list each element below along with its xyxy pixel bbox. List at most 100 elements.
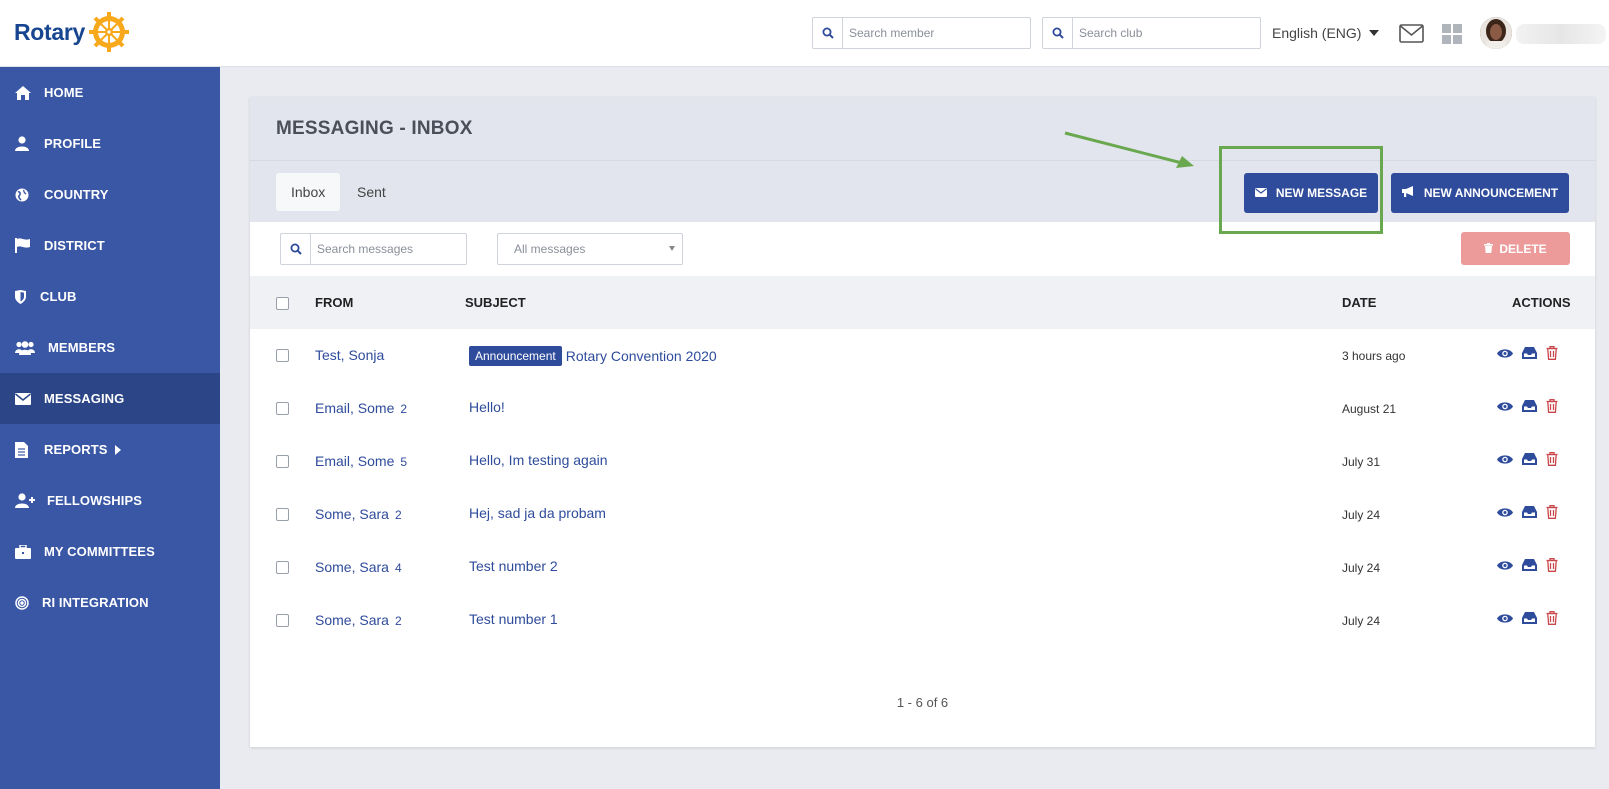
archive-inbox-icon[interactable] (1522, 612, 1537, 624)
user-name-blurred[interactable] (1516, 24, 1606, 44)
row-checkbox[interactable] (276, 614, 289, 627)
tab-inbox[interactable]: Inbox (276, 173, 341, 211)
message-sender[interactable]: Some, Sara 2 (315, 506, 402, 522)
view-eye-icon[interactable] (1497, 613, 1513, 624)
message-sender[interactable]: Email, Some 2 (315, 400, 407, 416)
megaphone-icon (1401, 186, 1415, 200)
archive-inbox-icon[interactable] (1522, 453, 1537, 465)
sender-name: Email, Some (315, 453, 395, 469)
message-list: Test, Sonja Announcement Rotary Convention… (250, 329, 1595, 647)
search-club-box (1042, 17, 1261, 49)
file-icon (15, 440, 37, 460)
message-subject-link[interactable]: Test number 1 (469, 611, 558, 627)
sidebar-item-ri-integration[interactable]: RI INTEGRATION (0, 577, 220, 628)
rotary-logo[interactable]: Rotary (14, 10, 131, 54)
sidebar-item-label: DISTRICT (44, 238, 105, 253)
briefcase-icon (15, 542, 37, 562)
new-announcement-button[interactable]: NEW ANNOUNCEMENT (1391, 173, 1569, 213)
archive-inbox-icon[interactable] (1522, 506, 1537, 518)
delete-trash-icon[interactable] (1546, 611, 1558, 625)
sender-name: Some, Sara (315, 559, 389, 575)
row-actions (1497, 558, 1558, 572)
table-row[interactable]: Email, Some 5 Hello, Im testing again July … (250, 435, 1595, 488)
row-checkbox[interactable] (276, 402, 289, 415)
page-title: MESSAGING - INBOX (276, 117, 473, 139)
sidebar-item-label: RI INTEGRATION (42, 595, 149, 610)
view-eye-icon[interactable] (1497, 454, 1513, 465)
table-row[interactable]: Some, Sara 2 Test number 1 July 24 (250, 594, 1595, 647)
sidebar-item-messaging[interactable]: MESSAGING (0, 373, 220, 424)
sidebar-item-district[interactable]: DISTRICT (0, 220, 220, 271)
row-checkbox[interactable] (276, 508, 289, 521)
message-sender[interactable]: Email, Some 5 (315, 453, 407, 469)
archive-inbox-icon[interactable] (1522, 400, 1537, 412)
search-messages-input[interactable] (311, 242, 461, 256)
search-member-input[interactable] (843, 19, 1023, 47)
search-club-input[interactable] (1073, 19, 1253, 47)
sidebar-item-club[interactable]: CLUB (0, 271, 220, 322)
table-row[interactable]: Some, Sara 2 Hej, sad ja da probam July 24 (250, 488, 1595, 541)
message-sender[interactable]: Some, Sara 4 (315, 559, 402, 575)
flag-icon (15, 236, 37, 256)
message-subject: Rotary Convention 2020 (565, 348, 717, 364)
chevron-down-icon (1369, 30, 1380, 36)
column-header-subject: SUBJECT (465, 295, 526, 310)
sender-name: Some, Sara (315, 612, 389, 628)
delete-trash-icon[interactable] (1546, 399, 1558, 413)
message-filter-select[interactable]: All messages (497, 233, 683, 265)
sidebar-item-label: MEMBERS (48, 340, 116, 355)
row-actions (1497, 452, 1558, 466)
mail-icon[interactable] (1399, 24, 1424, 48)
apps-grid-icon[interactable] (1442, 24, 1462, 49)
table-header: FROM SUBJECT DATE ACTIONS (250, 276, 1595, 329)
sidebar-item-members[interactable]: MEMBERS (0, 322, 220, 373)
delete-trash-icon[interactable] (1546, 558, 1558, 572)
sidebar-item-country[interactable]: COUNTRY (0, 169, 220, 220)
message-subject: Hej, sad ja da probam (469, 505, 606, 521)
view-eye-icon[interactable] (1497, 348, 1513, 359)
sidebar-item-reports[interactable]: REPORTS (0, 424, 220, 475)
column-header-date: DATE (1342, 295, 1377, 310)
row-checkbox[interactable] (276, 455, 289, 468)
thread-count: 2 (394, 508, 402, 522)
sidebar-item-home[interactable]: HOME (0, 67, 220, 118)
message-subject-link[interactable]: Announcement Rotary Convention 2020 (469, 346, 717, 366)
message-sender[interactable]: Some, Sara 2 (315, 612, 402, 628)
view-eye-icon[interactable] (1497, 401, 1513, 412)
language-selector[interactable]: English (ENG) (1272, 25, 1380, 41)
table-row[interactable]: Email, Some 2 Hello! August 21 (250, 382, 1595, 435)
user-plus-icon (15, 491, 40, 511)
home-icon (15, 83, 37, 103)
delete-trash-icon[interactable] (1546, 346, 1558, 360)
message-subject-link[interactable]: Test number 2 (469, 558, 558, 574)
sidebar-item-my-committees[interactable]: MY COMMITTEES (0, 526, 220, 577)
avatar[interactable] (1480, 17, 1512, 49)
sidebar-item-fellowships[interactable]: FELLOWSHIPS (0, 475, 220, 526)
tab-sent[interactable]: Sent (342, 173, 401, 211)
message-subject-link[interactable]: Hello, Im testing again (469, 452, 608, 468)
row-checkbox[interactable] (276, 561, 289, 574)
view-eye-icon[interactable] (1497, 560, 1513, 571)
view-eye-icon[interactable] (1497, 507, 1513, 518)
select-all-checkbox[interactable] (276, 297, 289, 310)
delete-trash-icon[interactable] (1546, 505, 1558, 519)
sender-name: Email, Some (315, 400, 395, 416)
row-checkbox[interactable] (276, 349, 289, 362)
delete-button[interactable]: DELETE (1461, 232, 1570, 265)
sidebar-item-profile[interactable]: PROFILE (0, 118, 220, 169)
target-icon (15, 593, 35, 613)
table-row[interactable]: Test, Sonja Announcement Rotary Convention… (250, 329, 1595, 382)
message-filter-value: All messages (514, 242, 586, 256)
top-bar: Rotary Search member Search club English… (0, 0, 1609, 67)
message-subject-link[interactable]: Hej, sad ja da probam (469, 505, 606, 521)
delete-trash-icon[interactable] (1546, 452, 1558, 466)
archive-inbox-icon[interactable] (1522, 347, 1537, 359)
message-sender[interactable]: Test, Sonja (315, 347, 384, 363)
row-actions (1497, 399, 1558, 413)
message-subject-link[interactable]: Hello! (469, 399, 505, 415)
archive-inbox-icon[interactable] (1522, 559, 1537, 571)
pagination: 1 - 6 of 6 (896, 695, 949, 710)
new-message-button[interactable]: NEW MESSAGE (1244, 173, 1378, 213)
table-row[interactable]: Some, Sara 4 Test number 2 July 24 (250, 541, 1595, 594)
column-header-actions: ACTIONS (1512, 295, 1571, 310)
